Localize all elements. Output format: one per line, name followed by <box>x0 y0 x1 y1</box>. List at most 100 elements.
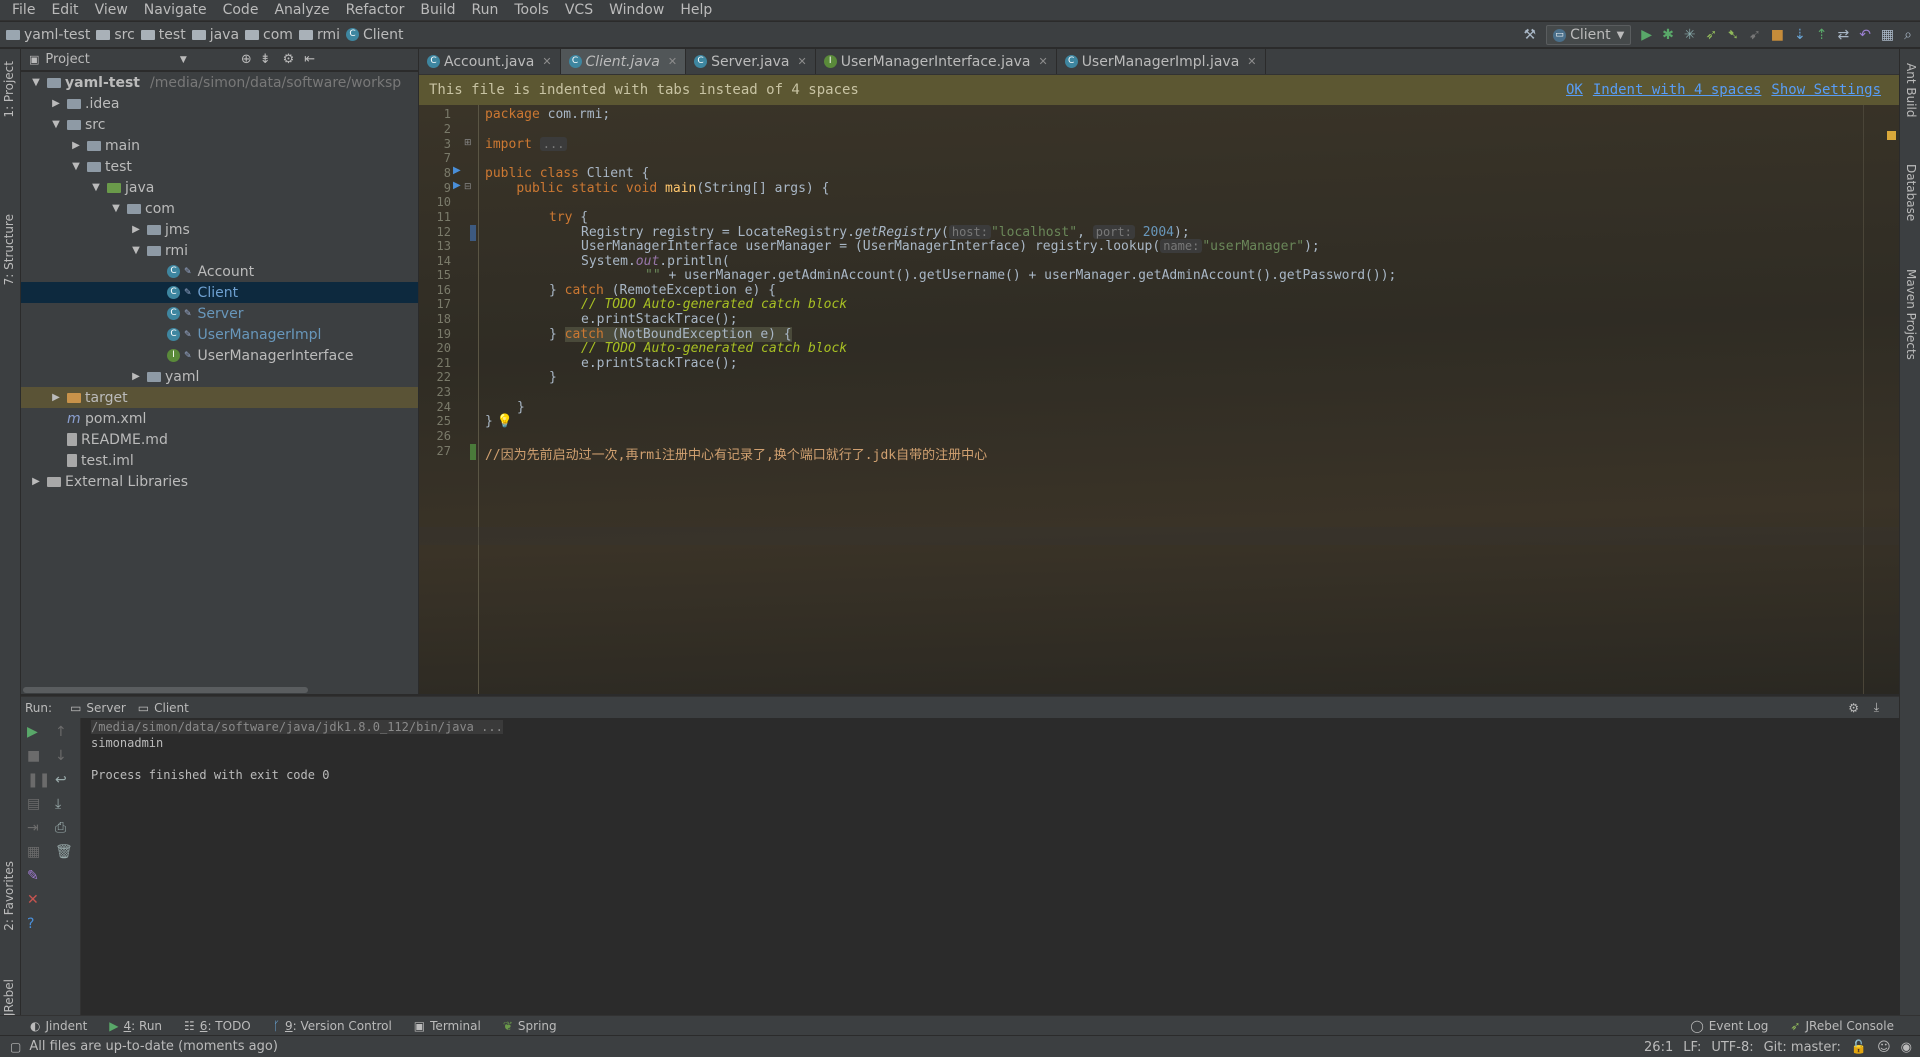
bottom-tab[interactable]: ▶ 4: Run <box>109 1019 162 1033</box>
build-hammer-icon[interactable]: ⚒ <box>1524 22 1537 48</box>
close-icon[interactable]: ✕ <box>798 55 807 68</box>
bottom-tab[interactable]: ◐ Jindent <box>30 1019 87 1033</box>
menu-vcs[interactable]: VCS <box>557 0 601 21</box>
pin-icon[interactable]: ✎ <box>27 868 39 884</box>
debug-icon[interactable]: ✱ <box>1662 22 1674 48</box>
breadcrumb-item[interactable]: C Client <box>345 27 404 43</box>
editor-tab[interactable]: I UserManagerInterface.java ✕ <box>816 49 1057 74</box>
database-tool-button[interactable]: Database <box>1904 164 1918 221</box>
project-tool-button[interactable]: 1: Project <box>2 61 16 118</box>
tree-node[interactable]: ▶ target <box>21 387 418 408</box>
close-icon[interactable]: ✕ <box>668 55 677 68</box>
run-console[interactable]: /media/simon/data/software/java/jdk1.8.0… <box>81 718 1899 1015</box>
run-gutter-icon[interactable]: ▶ <box>453 165 461 176</box>
stop-icon[interactable]: ■ <box>1771 22 1784 48</box>
line-separator[interactable]: LF: <box>1683 1040 1701 1055</box>
jrebel-debug-icon[interactable]: ➷ <box>1727 22 1739 48</box>
vcs-compare-icon[interactable]: ⇄ <box>1837 22 1849 48</box>
bottom-tab[interactable]: ◯ Event Log <box>1690 1019 1768 1033</box>
run-tab-server[interactable]: ▭ Server <box>70 701 126 715</box>
close-icon[interactable]: ✕ <box>1247 55 1256 68</box>
layout-icon[interactable]: ▦ <box>27 844 40 860</box>
tree-node[interactable]: ▼ yaml-test/media/simon/data/software/wor… <box>21 72 418 93</box>
dump-threads-icon[interactable]: ▤ <box>27 796 40 812</box>
chevron-right-icon[interactable]: ▶ <box>129 371 143 382</box>
notification-link[interactable]: Indent with 4 spaces <box>1593 82 1762 98</box>
vcs-commit-icon[interactable]: ⇡ <box>1816 22 1828 48</box>
print-icon[interactable]: ⎙ <box>55 820 66 836</box>
tree-node[interactable]: ▼ src <box>21 114 418 135</box>
tree-node[interactable]: ▶ External Libraries <box>21 471 418 492</box>
gear-icon[interactable]: ⚙ <box>1848 701 1859 715</box>
lock-icon[interactable]: 🔓 <box>1851 1040 1867 1055</box>
chevron-right-icon[interactable]: ▶ <box>69 140 83 151</box>
hide-panel-icon[interactable]: ⇤ <box>304 52 315 67</box>
maven-projects-tool-button[interactable]: Maven Projects <box>1904 269 1918 360</box>
pause-icon[interactable]: ❚❚ <box>27 772 50 788</box>
notification-link[interactable]: OK <box>1566 82 1583 98</box>
breadcrumb-item[interactable]: rmi <box>298 27 340 43</box>
fold-icon[interactable]: ⊟ <box>464 182 472 192</box>
tree-node[interactable]: README.md <box>21 429 418 450</box>
menu-refactor[interactable]: Refactor <box>338 0 413 21</box>
menu-file[interactable]: File <box>4 0 43 21</box>
console-command-line[interactable]: /media/simon/data/software/java/jdk1.8.0… <box>91 720 503 734</box>
run-tab-client[interactable]: ▭ Client <box>138 701 189 715</box>
change-marker[interactable] <box>470 444 476 460</box>
tree-node[interactable]: C ✎ Server <box>21 303 418 324</box>
tree-node[interactable]: ▶ main <box>21 135 418 156</box>
tree-node[interactable]: C ✎ Account <box>21 261 418 282</box>
structure-tool-button[interactable]: 7: Structure <box>2 214 16 285</box>
memory-icon[interactable]: ◉ <box>1901 1040 1912 1055</box>
tree-node[interactable]: ▼ com <box>21 198 418 219</box>
menu-window[interactable]: Window <box>601 0 672 21</box>
inspector-icon[interactable]: ☺ <box>1877 1040 1891 1055</box>
chevron-down-icon[interactable]: ▼ <box>109 203 123 214</box>
jrebel-tool-button[interactable]: JRebel <box>2 979 16 1016</box>
menu-code[interactable]: Code <box>215 0 267 21</box>
tree-node[interactable]: test.iml <box>21 450 418 471</box>
up-arrow-icon[interactable]: ↑ <box>55 724 67 740</box>
project-structure-icon[interactable]: ▦ <box>1881 22 1894 48</box>
menu-help[interactable]: Help <box>672 0 720 21</box>
chevron-right-icon[interactable]: ▶ <box>29 476 43 487</box>
breadcrumb-item[interactable]: src <box>96 27 135 43</box>
code-editor[interactable]: 1 2 3 7 8 9 10 11 12 13 14 15 16 17 18 19 20 21 22 23 24 25 26… <box>419 105 1899 694</box>
warning-marker-icon[interactable] <box>1887 131 1896 140</box>
help-icon[interactable]: ? <box>27 916 34 932</box>
lightbulb-icon[interactable]: 💡 <box>497 414 513 429</box>
tree-node[interactable]: ▼ rmi <box>21 240 418 261</box>
close-icon[interactable]: ✕ <box>27 892 39 908</box>
collapse-all-icon[interactable]: ⇟ <box>260 52 271 67</box>
project-panel-title[interactable]: Project <box>45 52 89 67</box>
menu-view[interactable]: View <box>87 0 136 21</box>
vcs-update-icon[interactable]: ⇣ <box>1794 22 1806 48</box>
breadcrumb-item[interactable]: com <box>245 27 293 43</box>
trash-icon[interactable]: 🗑 <box>55 844 73 860</box>
breadcrumb-item[interactable]: java <box>191 27 239 43</box>
editor-gutter[interactable]: 1 2 3 7 8 9 10 11 12 13 14 15 16 17 18 19 20 21 22 23 24 25 26… <box>419 105 479 694</box>
run-gutter-icon[interactable]: ▶ <box>453 180 461 191</box>
gear-icon[interactable]: ⚙ <box>283 52 295 67</box>
menu-tools[interactable]: Tools <box>506 0 557 21</box>
ant-build-tool-button[interactable]: Ant Build <box>1904 63 1918 117</box>
scroll-to-end-icon[interactable]: ⤓ <box>55 796 61 812</box>
stop-icon[interactable]: ■ <box>27 748 40 764</box>
menu-navigate[interactable]: Navigate <box>136 0 215 21</box>
fold-icon[interactable]: ⊞ <box>464 138 472 148</box>
chevron-right-icon[interactable]: ▶ <box>49 392 63 403</box>
file-encoding[interactable]: UTF-8: <box>1711 1040 1753 1055</box>
git-branch[interactable]: Git: master: <box>1764 1040 1841 1055</box>
bottom-tab[interactable]: ᚴ9: Version Control <box>273 1019 392 1033</box>
bottom-tab[interactable]: ▣ Terminal <box>414 1019 481 1033</box>
jrebel-disabled-icon[interactable]: ➹ <box>1749 22 1761 48</box>
chevron-down-icon[interactable]: ▼ <box>49 119 63 130</box>
menu-run[interactable]: Run <box>464 0 507 21</box>
folded-imports[interactable]: ... <box>539 137 568 151</box>
editor-tab[interactable]: C UserManagerImpl.java ✕ <box>1057 49 1266 74</box>
breadcrumb-item[interactable]: yaml-test <box>6 27 90 43</box>
tree-node[interactable]: C ✎ Client <box>21 282 418 303</box>
chevron-down-icon[interactable]: ▼ <box>180 55 187 65</box>
editor-tab[interactable]: C Server.java ✕ <box>686 49 816 74</box>
close-icon[interactable]: ✕ <box>542 55 551 68</box>
